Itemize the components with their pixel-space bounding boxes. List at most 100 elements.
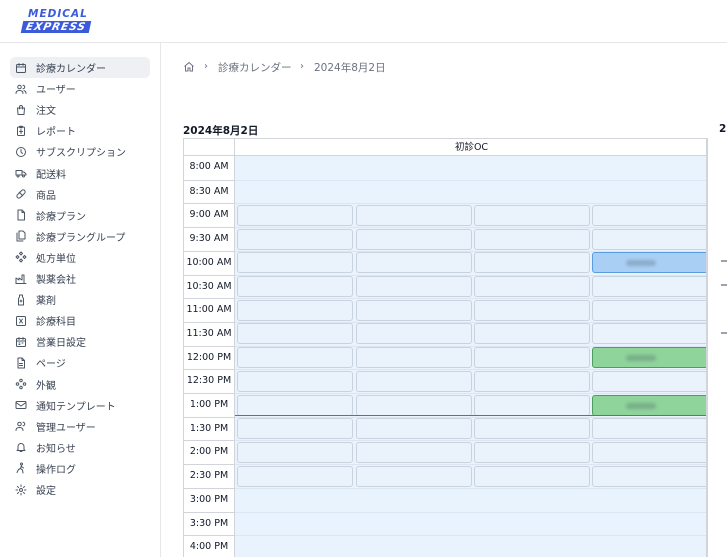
available-slot[interactable] [591,441,706,463]
sidebar-item-label: 外観 [36,380,56,392]
sidebar-item[interactable]: 診療プラン [10,205,150,226]
calendar-corner [184,139,234,156]
sidebar-item[interactable]: 営業日設定 [10,331,150,352]
available-slot[interactable] [355,204,472,226]
available-slot[interactable] [355,252,472,274]
medical-express-logo[interactable]: MEDICAL EXPRESS [20,8,92,34]
available-slot[interactable] [237,204,353,226]
time-label: 3:00 PM [184,487,234,512]
next-column-mark [721,260,727,262]
sidebar-item-label: 注文 [36,106,56,118]
gear-icon [15,484,27,496]
medical-box-icon [15,315,27,327]
available-slot[interactable] [474,323,590,345]
sidebar-item[interactable]: 配送料 [10,163,150,184]
available-slot[interactable] [474,252,590,274]
available-slot[interactable] [474,204,590,226]
available-slot[interactable] [237,276,353,297]
available-slot[interactable] [355,418,472,440]
available-slot[interactable] [355,323,472,345]
sidebar-item[interactable]: 診療科目 [10,310,150,331]
row-divider [235,393,706,394]
available-slot[interactable] [355,394,472,416]
available-slot[interactable] [355,276,472,297]
available-slot[interactable] [237,347,353,369]
calendar-grid [234,156,706,557]
available-slot[interactable] [474,299,590,321]
available-slot[interactable] [591,465,706,487]
sidebar-item[interactable]: レポート [10,120,150,141]
available-slot[interactable] [474,370,590,392]
sidebar-item[interactable]: ユーザー [10,78,150,99]
breadcrumb-page[interactable]: 診療カレンダー [218,59,292,75]
sidebar-item[interactable]: サブスクリプション [10,141,150,162]
available-slot[interactable] [237,370,353,392]
available-slot[interactable] [355,465,472,487]
available-slot[interactable] [237,394,353,416]
sidebar-item[interactable]: ページ [10,352,150,373]
sidebar-item-label: 通知テンプレート [36,401,116,413]
time-label: 2:00 PM [184,440,234,464]
breadcrumb-home[interactable] [183,59,195,75]
available-slot[interactable] [237,465,353,487]
time-label: 10:30 AM [184,274,234,299]
available-slot[interactable] [237,299,353,321]
sidebar-item-label: 営業日設定 [36,338,86,350]
sidebar-item-label: 診療プラン [36,211,86,223]
available-slot[interactable] [237,252,353,274]
sidebar-item[interactable]: 注文 [10,99,150,120]
available-slot[interactable] [355,299,472,321]
calendar-right-border [707,138,708,557]
palette-icon [15,378,27,390]
available-slot[interactable] [237,441,353,463]
booked-slot[interactable] [591,347,706,369]
sidebar-item[interactable]: 薬剤 [10,289,150,310]
admin-users-icon [15,420,27,432]
sidebar-item[interactable]: 設定 [10,479,150,500]
available-slot[interactable] [474,276,590,297]
available-slot[interactable] [591,299,706,321]
available-slot[interactable] [355,228,472,250]
sidebar-item[interactable]: お知らせ [10,437,150,458]
available-slot[interactable] [591,204,706,226]
available-slot[interactable] [591,370,706,392]
activity-icon [15,462,27,474]
sidebar-item-label: 診療カレンダー [36,64,106,75]
available-slot[interactable] [474,228,590,250]
available-slot[interactable] [474,418,590,440]
sidebar-item-label: ページ [36,359,66,371]
sidebar-item[interactable]: 商品 [10,184,150,205]
sidebar-item[interactable]: 操作ログ [10,458,150,479]
sidebar-item-label: レポート [36,127,76,139]
sidebar-item-label: 配送料 [36,169,66,181]
available-slot[interactable] [237,228,353,250]
sidebar-item[interactable]: 外観 [10,374,150,395]
available-slot[interactable] [237,323,353,345]
booked-slot[interactable] [591,252,706,274]
time-label: 9:30 AM [184,227,234,251]
available-slot[interactable] [355,441,472,463]
available-slot[interactable] [591,276,706,297]
sidebar-item[interactable]: 製薬会社 [10,268,150,289]
sidebar-item[interactable]: 診療プラングループ [10,226,150,247]
sidebar-item[interactable]: 管理ユーザー [10,416,150,437]
available-slot[interactable] [237,418,353,440]
available-slot[interactable] [591,228,706,250]
available-slot[interactable] [474,441,590,463]
time-label: 3:30 PM [184,511,234,536]
available-slot[interactable] [591,418,706,440]
available-slot[interactable] [474,347,590,369]
row-divider [235,227,706,229]
available-slot[interactable] [355,347,472,369]
sidebar-item[interactable]: 通知テンプレート [10,395,150,416]
puzzle-icon [15,251,27,263]
booked-slot[interactable] [591,394,706,416]
available-slot[interactable] [355,370,472,392]
time-label: 11:30 AM [184,321,234,346]
available-slot[interactable] [474,394,590,416]
sidebar-item[interactable]: 診療カレンダー [10,57,150,78]
sidebar-item[interactable]: 処方単位 [10,247,150,268]
sidebar-item-label: サブスクリプション [36,148,126,160]
available-slot[interactable] [474,465,590,487]
available-slot[interactable] [591,323,706,345]
